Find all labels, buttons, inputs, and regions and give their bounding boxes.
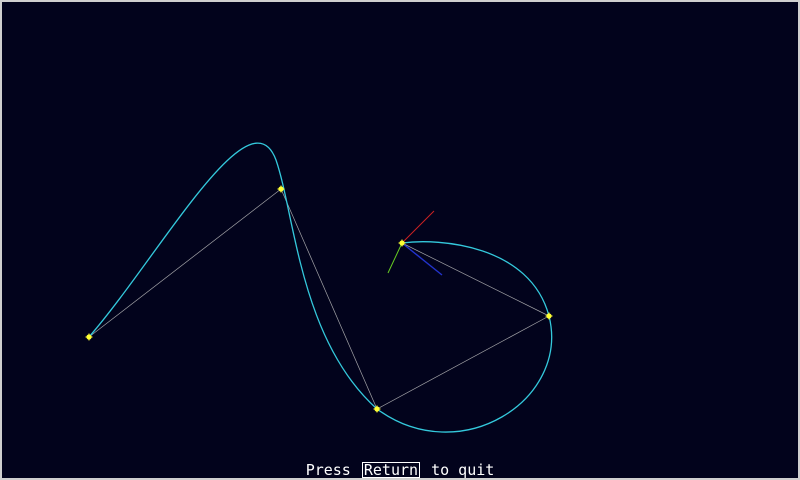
axes-gizmo-icon [387,210,443,276]
status-suffix-text: to quit [431,461,495,479]
axis-y-icon [387,242,403,274]
axis-x-icon [401,210,435,244]
control-points [85,185,553,413]
control-polygon-segment [401,242,550,317]
control-polygon-segment [280,188,378,410]
control-polygon-segment [88,188,282,338]
status-press-text: Press [305,461,351,479]
axis-z-icon [401,242,443,276]
return-key-label: Return [361,461,421,479]
bezier-canvas[interactable] [2,2,798,478]
app-window: Press Return to quit [0,0,800,480]
curve-segment [88,142,378,410]
status-line: Press Return to quit [2,461,798,479]
control-polygon [88,188,550,410]
bezier-curve [88,142,553,433]
control-polygon-segment [376,315,550,410]
curve-segment [376,241,553,433]
